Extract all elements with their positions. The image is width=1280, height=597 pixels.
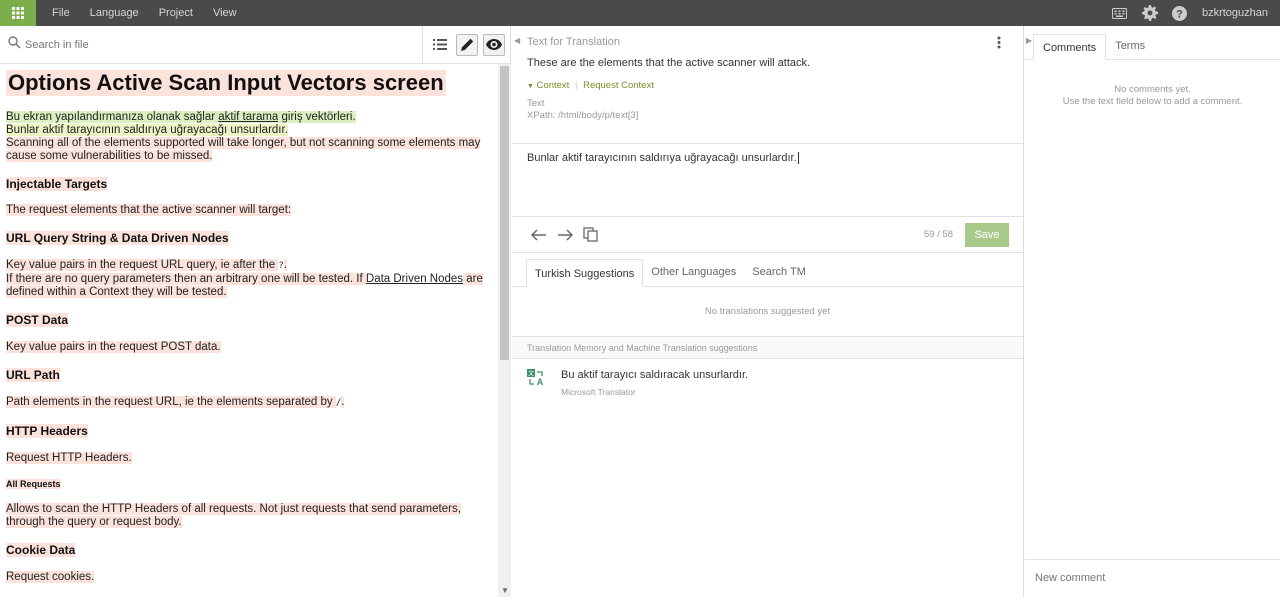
translation-panel: ◀ ▶ Text for Translation These are the e…	[512, 26, 1032, 597]
help-icon[interactable]: ?	[1172, 5, 1188, 21]
doc-intro-line3[interactable]: Scanning all of the elements supported w…	[6, 137, 481, 162]
more-options-icon[interactable]	[997, 36, 1001, 54]
doc-para-cookie[interactable]: Request cookies.	[6, 571, 95, 583]
svg-text:?: ?	[1177, 8, 1184, 20]
source-section: Text for Translation These are the eleme…	[512, 26, 1023, 144]
gear-icon[interactable]	[1141, 5, 1158, 21]
main-menu: File Language Project View	[52, 7, 257, 19]
doc-heading-url-path[interactable]: URL Path	[6, 368, 60, 382]
doc-para-url-query-1-end: .	[283, 259, 287, 271]
keyboard-icon[interactable]	[1112, 5, 1128, 21]
text-cursor	[797, 152, 799, 164]
arrow-left-icon[interactable]	[531, 228, 547, 241]
editor-actions: 59 / 58 Save	[512, 217, 1023, 253]
doc-para-url-path-end: .	[341, 396, 345, 408]
svg-text:A: A	[537, 377, 544, 387]
no-suggestions-message: No translations suggested yet	[512, 287, 1023, 337]
meta-xpath: XPath: /html/body/p/text[3]	[527, 110, 639, 121]
doc-para-post[interactable]: Key value pairs in the request POST data…	[6, 341, 221, 353]
doc-intro-part-a[interactable]: Bu ekran yapılandırmanıza olanak sağlar	[6, 111, 219, 123]
arrow-right-icon[interactable]	[557, 228, 573, 241]
doc-para-http[interactable]: Request HTTP Headers.	[6, 452, 132, 464]
doc-heading-cookie[interactable]: Cookie Data	[6, 543, 76, 557]
doc-para-injectable[interactable]: The request elements that the active sca…	[6, 204, 292, 216]
doc-heading-injectable[interactable]: Injectable Targets	[6, 177, 108, 191]
tab-terms[interactable]: Terms	[1106, 33, 1154, 59]
doc-title[interactable]: Options Active Scan Input Vectors screen	[6, 70, 446, 96]
new-comment-input[interactable]	[1035, 572, 1177, 584]
doc-link-data-driven-nodes[interactable]: Data Driven Nodes	[366, 273, 463, 285]
tm-suggestion-text[interactable]: Bu aktif tarayıcı saldıracak unsurlardır…	[561, 369, 748, 381]
apps-grid-icon[interactable]	[0, 0, 36, 26]
meta-type: Text	[527, 98, 545, 109]
translation-text[interactable]: Bunlar aktif tarayıcının saldırıya uğray…	[527, 152, 797, 164]
source-document-panel: Options Active Scan Input Vectors screen…	[0, 25, 511, 597]
comments-panel: Comments Terms No comments yet. Use the …	[1025, 26, 1280, 597]
no-comments-line1: No comments yet.	[1114, 84, 1191, 95]
char-counter: 59 / 58	[923, 229, 953, 240]
menu-file[interactable]: File	[52, 7, 70, 19]
search-input[interactable]	[25, 38, 385, 51]
doc-heading-http[interactable]: HTTP Headers	[6, 424, 88, 438]
right-tabs: Comments Terms	[1025, 26, 1280, 60]
top-bar: File Language Project View ? bzkrtoguzha…	[0, 0, 1280, 26]
doc-para-url-query-1[interactable]: Key value pairs in the request URL query…	[6, 259, 279, 271]
search-icon	[8, 35, 21, 54]
doc-heading-all-requests[interactable]: All Requests	[6, 479, 61, 489]
menu-language[interactable]: Language	[90, 7, 139, 19]
save-button[interactable]: Save	[965, 222, 1009, 247]
doc-code-question: ?	[278, 261, 284, 271]
doc-intro: Bu ekran yapılandırmanıza olanak sağlar …	[6, 111, 492, 163]
preview-eye-button[interactable]	[483, 33, 505, 56]
doc-para-all-requests[interactable]: Allows to scan the HTTP Headers of all r…	[6, 503, 461, 528]
doc-heading-url-query[interactable]: URL Query String & Data Driven Nodes	[6, 231, 229, 245]
tm-header: Translation Memory and Machine Translati…	[512, 337, 1023, 359]
doc-para-url-path[interactable]: Path elements in the request URL, ie the…	[6, 396, 336, 408]
svg-text:文: 文	[528, 370, 534, 378]
doc-intro-line2[interactable]: Bunlar aktif tarayıcının saldırıya uğray…	[6, 124, 288, 136]
no-comments-message: No comments yet. Use the text field belo…	[1025, 84, 1280, 108]
list-view-button[interactable]	[429, 34, 451, 56]
doc-scrollbar[interactable]: ▼	[498, 64, 511, 597]
translate-icon: 文A	[527, 369, 545, 397]
document-preview: Options Active Scan Input Vectors screen…	[0, 64, 498, 597]
menu-project[interactable]: Project	[159, 7, 193, 19]
scroll-down-arrow-icon[interactable]: ▼	[501, 586, 509, 595]
doc-para-url-query: Key value pairs in the request URL query…	[6, 259, 492, 299]
doc-para-url-query-2a[interactable]: If there are no query parameters then an…	[6, 273, 366, 285]
doc-scrollbar-thumb[interactable]	[500, 66, 509, 360]
source-meta: Text XPath: /html/body/p/text[3]	[527, 98, 1008, 122]
new-comment-area	[1025, 559, 1280, 597]
tab-other-languages[interactable]: Other Languages	[643, 258, 744, 286]
username[interactable]: bzkrtoguzhan	[1202, 7, 1268, 19]
file-search-bar	[0, 25, 510, 64]
context-toggle[interactable]: Context	[537, 80, 570, 91]
context-links: ▼ Context | Request Context	[527, 80, 654, 91]
tm-suggestion-row[interactable]: 文A Bu aktif tarayıcı saldıracak unsurlar…	[512, 359, 1023, 407]
source-label: Text for Translation	[527, 36, 620, 48]
no-comments-line2: Use the text field below to add a commen…	[1062, 96, 1243, 107]
tab-comments[interactable]: Comments	[1033, 34, 1107, 60]
tab-turkish-suggestions[interactable]: Turkish Suggestions	[526, 259, 644, 287]
copy-source-icon[interactable]	[583, 227, 598, 242]
tm-suggestion-source: Microsoft Translator	[561, 387, 636, 397]
suggestion-tabs: Turkish Suggestions Other Languages Sear…	[512, 253, 1023, 287]
menu-view[interactable]: View	[213, 7, 237, 19]
request-context-link[interactable]: Request Context	[583, 80, 654, 91]
edit-mode-button[interactable]	[456, 33, 478, 56]
doc-intro-link[interactable]: aktif tarama	[218, 111, 279, 123]
context-toggle-icon: ▼	[527, 83, 534, 90]
source-text: These are the elements that the active s…	[527, 57, 811, 69]
doc-intro-part-b[interactable]: giriş vektörleri.	[278, 111, 356, 123]
doc-heading-post[interactable]: POST Data	[6, 313, 69, 327]
tab-search-tm[interactable]: Search TM	[744, 258, 814, 286]
translation-editor[interactable]: Bunlar aktif tarayıcının saldırıya uğray…	[512, 144, 1023, 217]
